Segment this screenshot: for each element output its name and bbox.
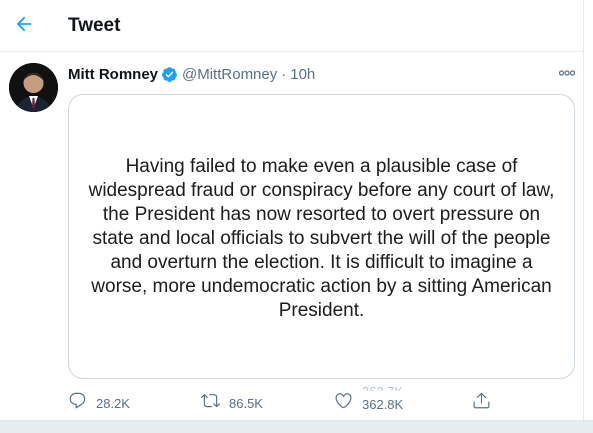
author-handle[interactable]: @MittRomney (182, 66, 277, 83)
retweet-button[interactable]: 86.5K (201, 392, 263, 414)
page-title: Tweet (68, 15, 121, 36)
heart-icon (334, 391, 353, 415)
share-icon (472, 391, 491, 415)
tweet-image[interactable]: Having failed to make even a plausible c… (68, 94, 575, 379)
page-header: Tweet (0, 0, 583, 52)
retweet-count: 86.5K (229, 395, 263, 411)
verified-badge-icon (161, 66, 178, 83)
meta-separator: · (281, 65, 287, 83)
back-button[interactable] (10, 12, 38, 40)
like-count-wrap: 362.7K 362.8K (362, 384, 412, 414)
reply-icon (68, 391, 87, 415)
like-button[interactable]: 362.7K 362.8K (334, 384, 412, 415)
tweet-actions: 28.2K 86.5K 362.7K 362.8K (0, 384, 583, 418)
author-avatar[interactable] (9, 63, 58, 112)
reply-count: 28.2K (96, 395, 130, 411)
tweet-time[interactable]: 10h (290, 66, 315, 83)
next-item-divider (0, 420, 593, 433)
scroll-edge (583, 0, 593, 433)
retweet-icon (201, 391, 220, 415)
author-name[interactable]: Mitt Romney (68, 66, 158, 83)
tweet-image-text: Having failed to make even a plausible c… (88, 155, 555, 321)
share-button[interactable] (472, 392, 491, 414)
more-options-button[interactable] (556, 64, 578, 80)
arrow-left-icon (13, 13, 35, 40)
more-horizontal-icon (558, 63, 576, 81)
tweet-page: Tweet Mitt Romney @MittRomney · 10h Havi… (0, 0, 593, 433)
author-line: Mitt Romney @MittRomney · 10h (68, 64, 315, 84)
like-count: 362.8K (362, 397, 404, 412)
reply-button[interactable]: 28.2K (68, 392, 130, 414)
